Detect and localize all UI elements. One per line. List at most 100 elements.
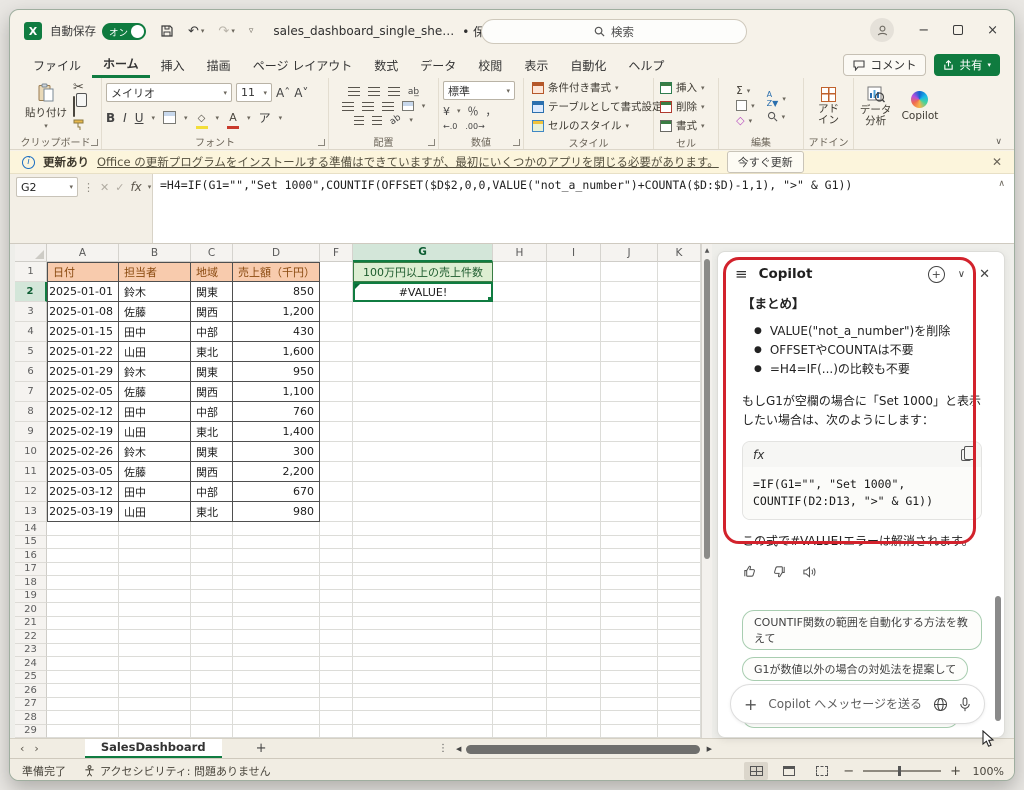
cell-H2[interactable] (493, 282, 547, 302)
cell-B18[interactable] (119, 576, 191, 590)
cell-D14[interactable] (233, 522, 320, 536)
cell-D18[interactable] (233, 576, 320, 590)
cell-K16[interactable] (658, 549, 701, 563)
cell-J20[interactable] (601, 603, 658, 617)
insert-function-button[interactable]: fx (130, 180, 141, 194)
cell-styles-button[interactable]: セルのスタイル▾ (532, 118, 629, 133)
comma-format-button[interactable]: ， (486, 103, 497, 119)
cell-F2[interactable] (320, 282, 353, 302)
cancel-entry-icon[interactable]: ✕ (100, 181, 109, 194)
column-header-K[interactable]: K (658, 244, 701, 262)
cell-F5[interactable] (320, 342, 353, 362)
cell-K20[interactable] (658, 603, 701, 617)
cell-J24[interactable] (601, 657, 658, 671)
row-header-10[interactable]: 10 (15, 442, 47, 462)
analyze-data-button[interactable]: データ分析 (860, 86, 892, 127)
underline-button[interactable]: U (135, 111, 144, 125)
cell-G15[interactable] (353, 536, 493, 550)
cell-D25[interactable] (233, 671, 320, 685)
suggestion-chip[interactable]: COUNTIF関数の範囲を自動化する方法を教えて (742, 610, 982, 650)
cell-C23[interactable] (191, 644, 233, 658)
row-header-9[interactable]: 9 (15, 422, 47, 442)
cell-F23[interactable] (320, 644, 353, 658)
cell-I3[interactable] (547, 302, 601, 322)
cell-G19[interactable] (353, 590, 493, 604)
cell-A9[interactable]: 2025-02-19 (47, 422, 119, 442)
horizontal-scrollbar[interactable]: ◀ ▶ (456, 743, 712, 755)
cell-K8[interactable] (658, 402, 701, 422)
cell-K15[interactable] (658, 536, 701, 550)
cell-D24[interactable] (233, 657, 320, 671)
cell-F13[interactable] (320, 502, 353, 522)
cell-G26[interactable] (353, 684, 493, 698)
cell-I2[interactable] (547, 282, 601, 302)
row-header-5[interactable]: 5 (15, 342, 47, 362)
tab-draw[interactable]: 描画 (196, 54, 242, 77)
cell-H24[interactable] (493, 657, 547, 671)
zoom-level[interactable]: 100% (970, 765, 1004, 778)
cell-J15[interactable] (601, 536, 658, 550)
formula-input[interactable]: =H4=IF(G1="","Set 1000",COUNTIF(OFFSET($… (160, 178, 988, 192)
scroll-right-arrow[interactable]: ▶ (707, 745, 712, 753)
cell-J16[interactable] (601, 549, 658, 563)
cell-H20[interactable] (493, 603, 547, 617)
cell-C16[interactable] (191, 549, 233, 563)
cell-G1[interactable]: 100万円以上の売上件数 (353, 262, 493, 282)
cell-J25[interactable] (601, 671, 658, 685)
font-name-select[interactable]: メイリオ▾ (106, 83, 232, 102)
vertical-scroll-thumb[interactable] (704, 259, 710, 559)
row-header-19[interactable]: 19 (15, 590, 47, 604)
cell-C27[interactable] (191, 698, 233, 712)
cell-H17[interactable] (493, 563, 547, 577)
zoom-in-button[interactable]: + (950, 764, 961, 779)
cell-J17[interactable] (601, 563, 658, 577)
cell-A15[interactable] (47, 536, 119, 550)
cell-A3[interactable]: 2025-01-08 (47, 302, 119, 322)
cell-H11[interactable] (493, 462, 547, 482)
cell-C10[interactable]: 関東 (191, 442, 233, 462)
cell-F1[interactable] (320, 262, 353, 282)
cell-B29[interactable] (119, 725, 191, 739)
cell-K3[interactable] (658, 302, 701, 322)
cell-B7[interactable]: 佐藤 (119, 382, 191, 402)
cell-I9[interactable] (547, 422, 601, 442)
cell-K9[interactable] (658, 422, 701, 442)
cell-A13[interactable]: 2025-03-19 (47, 502, 119, 522)
clipboard-dialog-launcher[interactable] (91, 139, 98, 146)
cell-C17[interactable] (191, 563, 233, 577)
row-header-16[interactable]: 16 (15, 549, 47, 563)
percent-format-button[interactable]: ％ (468, 103, 479, 119)
cell-F9[interactable] (320, 422, 353, 442)
cell-A17[interactable] (47, 563, 119, 577)
cell-I25[interactable] (547, 671, 601, 685)
cell-F27[interactable] (320, 698, 353, 712)
copy-formula-button[interactable] (961, 449, 971, 461)
cell-K28[interactable] (658, 711, 701, 725)
shrink-font-button[interactable]: A˅ (294, 83, 308, 102)
tab-home[interactable]: ホーム (92, 52, 150, 78)
column-header-D[interactable]: D (233, 244, 320, 262)
autosave-toggle[interactable]: オン (102, 23, 146, 40)
cell-H6[interactable] (493, 362, 547, 382)
row-header-28[interactable]: 28 (15, 711, 47, 725)
cell-H14[interactable] (493, 522, 547, 536)
cell-D29[interactable] (233, 725, 320, 739)
cell-I1[interactable] (547, 262, 601, 282)
cell-C28[interactable] (191, 711, 233, 725)
cell-C29[interactable] (191, 725, 233, 739)
column-header-B[interactable]: B (119, 244, 191, 262)
cell-I26[interactable] (547, 684, 601, 698)
cell-H22[interactable] (493, 630, 547, 644)
cell-B10[interactable]: 鈴木 (119, 442, 191, 462)
row-header-25[interactable]: 25 (15, 671, 47, 685)
cell-I7[interactable] (547, 382, 601, 402)
phonetic-guide-button[interactable]: ア (259, 109, 271, 126)
cell-H21[interactable] (493, 617, 547, 631)
delete-cells-button[interactable]: 削除▾ (660, 99, 705, 114)
cell-D20[interactable] (233, 603, 320, 617)
alignment-dialog-launcher[interactable] (428, 139, 435, 146)
cell-I10[interactable] (547, 442, 601, 462)
cell-I28[interactable] (547, 711, 601, 725)
cell-D3[interactable]: 1,200 (233, 302, 320, 322)
cell-G22[interactable] (353, 630, 493, 644)
